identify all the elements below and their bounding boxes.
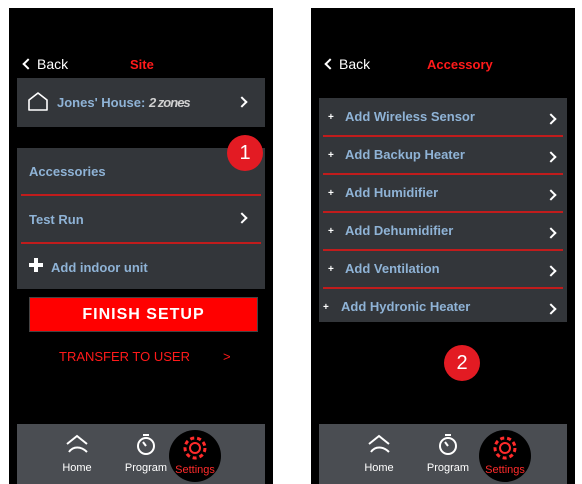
list-item-label: Add Ventilation [345,261,440,276]
gear-icon [183,436,207,460]
back-label: Back [37,56,69,72]
menu-item-label: Accessories [29,164,106,179]
back-label: Back [339,56,371,72]
tab-label: Settings [485,464,525,476]
house-label: Jones' House: 2 zones [57,95,191,110]
list-item-add-dehumidifier[interactable]: + Add Dehumidifier [319,212,567,249]
list-item-label: Add Hydronic Heater [341,299,471,314]
tab-home[interactable]: Home [347,424,411,484]
house-zones: 2 zones [148,95,191,110]
chevron-right-icon [545,113,557,125]
list-item-add-backup-heater[interactable]: + Add Backup Heater [319,136,567,173]
list-item-label: Add Backup Heater [345,147,465,162]
add-indoor-unit-button[interactable]: Add indoor unit [17,244,265,290]
page-title: Site [130,57,154,72]
tab-label: Program [426,462,470,474]
list-item-add-wireless-sensor[interactable]: + Add Wireless Sensor [319,98,567,135]
finish-setup-button[interactable]: FINISH SETUP [29,297,258,332]
stopwatch-icon [439,434,457,455]
chevron-right-icon [545,303,557,315]
plus-icon: + [328,188,334,199]
house-name: Jones' House: [57,95,146,110]
list-item-add-ventilation[interactable]: + Add Ventilation [319,250,567,287]
page-title: Accessory [427,57,493,72]
chevron-right-icon [236,96,248,108]
chevron-right-icon [545,151,557,163]
plus-icon: + [328,150,334,161]
chevron-right-icon [236,212,248,224]
accessory-screen: Back Accessory + Add Wireless Sensor + A… [311,8,575,484]
accessory-list: + Add Wireless Sensor + Add Backup Heate… [319,98,567,322]
transfer-to-user-link[interactable]: TRANSFER TO USER [59,349,190,364]
plus-icon: + [328,264,334,275]
list-item-add-hydronic-heater[interactable]: + Add Hydronic Heater [319,288,567,325]
stopwatch-icon [137,434,155,455]
tab-home[interactable]: Home [45,424,109,484]
chevron-left-icon [324,58,336,70]
plus-icon: + [328,226,334,237]
house-selector[interactable]: Jones' House: 2 zones [17,78,265,127]
tab-label: Settings [175,464,215,476]
site-screen: Back Site Jones' House: 2 zones Accessor… [9,8,273,484]
back-button[interactable]: Back [323,56,370,72]
plus-icon: + [328,112,334,123]
plus-icon [29,258,43,272]
house-icon [28,92,48,111]
chevron-right-icon [545,227,557,239]
tab-settings[interactable]: Settings [169,430,221,482]
step-badge: 2 [444,345,480,381]
header: Back Site [9,54,273,78]
tab-settings[interactable]: Settings [479,430,531,482]
tab-program[interactable]: Program [416,424,480,484]
plus-icon: + [323,302,329,313]
menu-item-label: Add indoor unit [51,260,148,275]
menu-item-test-run[interactable]: Test Run [17,196,265,242]
chevron-right-icon [545,189,557,201]
menu-item-label: Test Run [29,212,84,227]
list-item-add-humidifier[interactable]: + Add Humidifier [319,174,567,211]
step-badge: 1 [227,135,263,171]
chevron-right-icon [545,265,557,277]
home-icon [66,434,88,453]
header: Back Accessory [311,54,575,78]
list-item-label: Add Wireless Sensor [345,109,475,124]
gear-icon [493,436,517,460]
back-button[interactable]: Back [21,56,68,72]
tab-label: Home [62,462,92,474]
chevron-right-icon: > [223,349,231,364]
site-menu: Accessories Test Run Add indoor unit [17,148,265,289]
chevron-left-icon [22,58,34,70]
list-item-label: Add Humidifier [345,185,439,200]
bottom-nav: Home Program [17,424,265,484]
tab-label: Home [364,462,394,474]
list-item-label: Add Dehumidifier [345,223,454,238]
home-icon [368,434,390,453]
